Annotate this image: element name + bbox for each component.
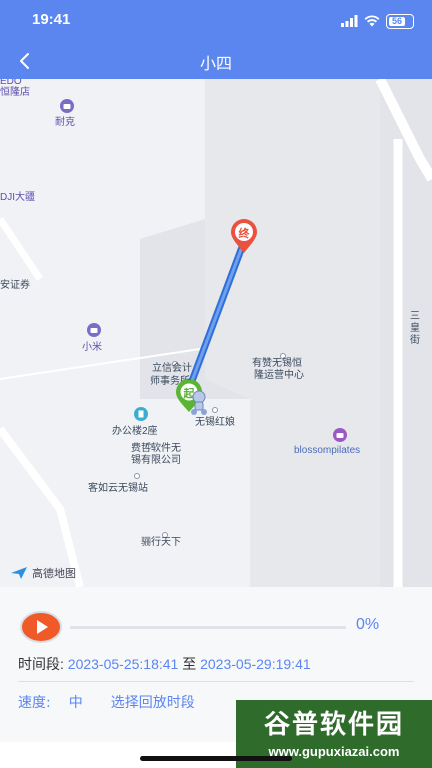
shop-icon [87,323,101,337]
page-title: 小四 [199,54,232,73]
poi-label: 安证券 [0,280,30,291]
speed-selector[interactable]: 中 [69,692,83,712]
map-base [0,79,432,587]
time-separator: 至 [182,656,197,672]
map-logo-label: 高德地图 [32,567,76,580]
poi-label: 无锡红娘 [195,417,235,428]
divider [18,681,414,682]
battery-icon: 56 [386,13,414,29]
poi-label: 有赞无锡恒 [252,358,302,369]
progress-slider[interactable] [70,626,346,629]
speed-label: 速度: [18,695,51,711]
poi-label: 立信会计 [152,363,192,374]
poi-label: 恒隆店 [0,87,30,98]
poi-label: DJI大疆 [0,192,35,203]
scooter-icon [191,390,207,415]
speed-row: 速度: 中 选择回放时段 [18,692,195,712]
status-icons: 56 [341,12,414,30]
progress-percent: 0% [356,616,380,633]
poi-label: 锡有限公司 [131,455,181,466]
status-time: 19:41 [32,11,71,28]
map-logo: 高德地图 [10,565,76,581]
end-time: 2023-05-29:19:41 [200,656,311,672]
watermark-title: 谷普软件园 [263,710,404,740]
poi-label: 客如云无锡站 [88,483,148,494]
select-period-button[interactable]: 选择回放时段 [111,692,195,712]
nav-bar: 小四 [0,42,432,79]
time-range-label: 时间段: [18,656,64,672]
building-icon [134,407,148,421]
poi-label: 皇 [410,323,420,334]
shop-icon [333,428,347,442]
poi-label: blossompilates [294,445,361,456]
start-time: 2023-05-25:18:41 [67,656,179,672]
battery-level: 56 [389,16,405,26]
poi-label: 小米 [82,342,102,353]
poi-label: 骊行天下 [141,537,181,548]
poi-label: 耐克 [55,117,75,128]
signal-icon [341,15,358,27]
play-icon [20,611,62,643]
amap-logo-icon [11,567,27,579]
shop-icon [60,99,74,113]
poi-label: 三 [410,311,420,322]
poi-dot [212,407,218,413]
wifi-icon [364,15,380,27]
poi-label: 隆运营中心 [254,370,304,381]
status-bar: 19:41 56 [0,0,432,42]
play-button[interactable] [20,611,62,643]
map-view[interactable]: EDO 恒隆店 耐克 DJI大疆 安证券 小米 立信会计 师事务所 有赞无锡恒 … [0,79,432,587]
home-indicator [140,756,292,761]
end-marker[interactable]: 终 [229,219,259,255]
poi-dot [134,473,140,479]
poi-label: 费哲软件无 [131,443,181,454]
poi-label: 办公楼2座 [112,426,158,437]
poi-label: 街 [410,335,420,346]
end-marker-label: 终 [238,227,250,240]
time-range: 时间段: 2023-05-25:18:41 至 2023-05-29:19:41 [18,654,311,674]
